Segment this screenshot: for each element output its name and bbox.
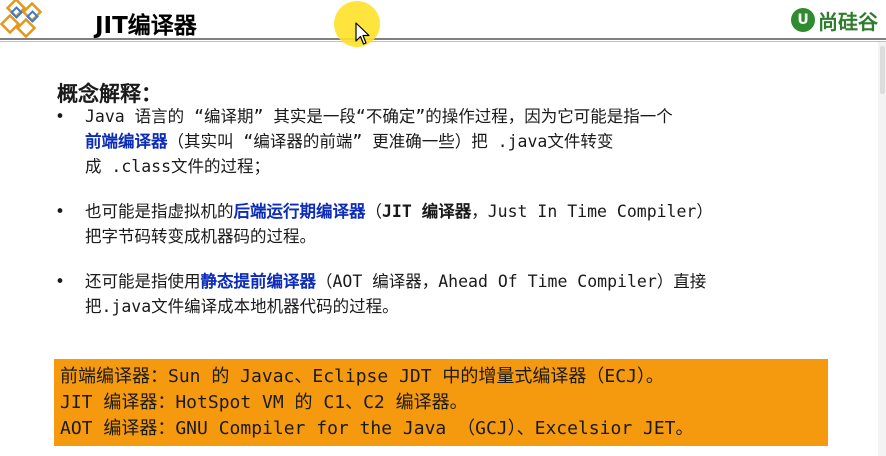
bullet-line: Java 语言的 “编译期” 其实是一段“不确定”的操作过程，因为它可能是指一个 — [85, 107, 673, 126]
shangguigu-logo-icon: U — [791, 8, 815, 32]
bullet-line: 把字节码转变成机器码的过程。 — [85, 227, 316, 246]
scroll-track[interactable] — [878, 42, 886, 456]
emphasis-term: 前端编译器 — [85, 132, 168, 151]
bullet-text: （其实叫 “编译器的前端” 更准确一些）把 .java文件转变 — [167, 132, 614, 151]
bullet-front-end-compiler: • Java 语言的 “编译期” 其实是一段“不确定”的操作过程，因为它可能是指… — [55, 104, 835, 179]
compiler-examples-box: 前端编译器：Sun 的 Javac、Eclipse JDT 中的增量式编译器（E… — [54, 359, 828, 446]
bullet-text: ，Just In Time Compiler） — [471, 202, 713, 221]
bullet-text: 还可能是指使用 — [85, 272, 201, 291]
slide-title: JIT编译器 — [95, 13, 197, 39]
slide-header: JIT编译器 U 尚硅谷 — [0, 0, 886, 39]
slide: JIT编译器 U 尚硅谷 概念解释： • Java 语言的 “编译期” 其实是一… — [0, 0, 886, 456]
bullet-dot-icon: • — [55, 202, 65, 221]
note-line-front-end: 前端编译器：Sun 的 Javac、Eclipse JDT 中的增量式编译器（E… — [60, 366, 664, 387]
note-line-aot: AOT 编译器：GNU Compiler for the Java （GCJ）、… — [60, 418, 694, 439]
bullet-text: 也可能是指虚拟机的 — [85, 202, 234, 221]
bullet-line: 成 .class文件的过程； — [85, 157, 271, 176]
mouse-pointer-icon — [355, 22, 370, 45]
bullet-text: （ — [365, 202, 383, 221]
bullet-line: 前端编译器（其实叫 “编译器的前端” 更准确一些）把 .java文件转变 — [85, 129, 835, 154]
bold-term: JIT 编译器 — [382, 202, 472, 221]
bullet-line: 把.java文件编译成本地机器代码的过程。 — [85, 297, 399, 316]
bullet-dot-icon: • — [55, 107, 65, 126]
emphasis-term: 后端运行期编译器 — [233, 202, 366, 221]
bullet-aot-compiler: • 还可能是指使用静态提前编译器（AOT 编译器，Ahead Of Time C… — [55, 269, 835, 319]
header-divider — [0, 38, 886, 40]
brand-name: 尚硅谷 — [818, 9, 878, 34]
header-divider-secondary — [0, 41, 886, 42]
diamond-grid-logo-icon — [0, 0, 43, 39]
note-line-jit: JIT 编译器：HotSpot VM 的 C1、C2 编译器。 — [60, 392, 468, 413]
bullet-text: （AOT 编译器，Ahead Of Time Compiler）直接 — [316, 272, 707, 291]
emphasis-term: 静态提前编译器 — [200, 272, 317, 291]
bullet-line: 也可能是指虚拟机的后端运行期编译器（JIT 编译器，Just In Time C… — [85, 199, 835, 224]
brand-logo: U 尚硅谷 — [791, 4, 878, 36]
scroll-thumb[interactable] — [880, 46, 885, 94]
bullet-jit-compiler: • 也可能是指虚拟机的后端运行期编译器（JIT 编译器，Just In Time… — [55, 199, 835, 249]
bullet-line: 还可能是指使用静态提前编译器（AOT 编译器，Ahead Of Time Com… — [85, 269, 835, 294]
bullet-dot-icon: • — [55, 272, 65, 291]
